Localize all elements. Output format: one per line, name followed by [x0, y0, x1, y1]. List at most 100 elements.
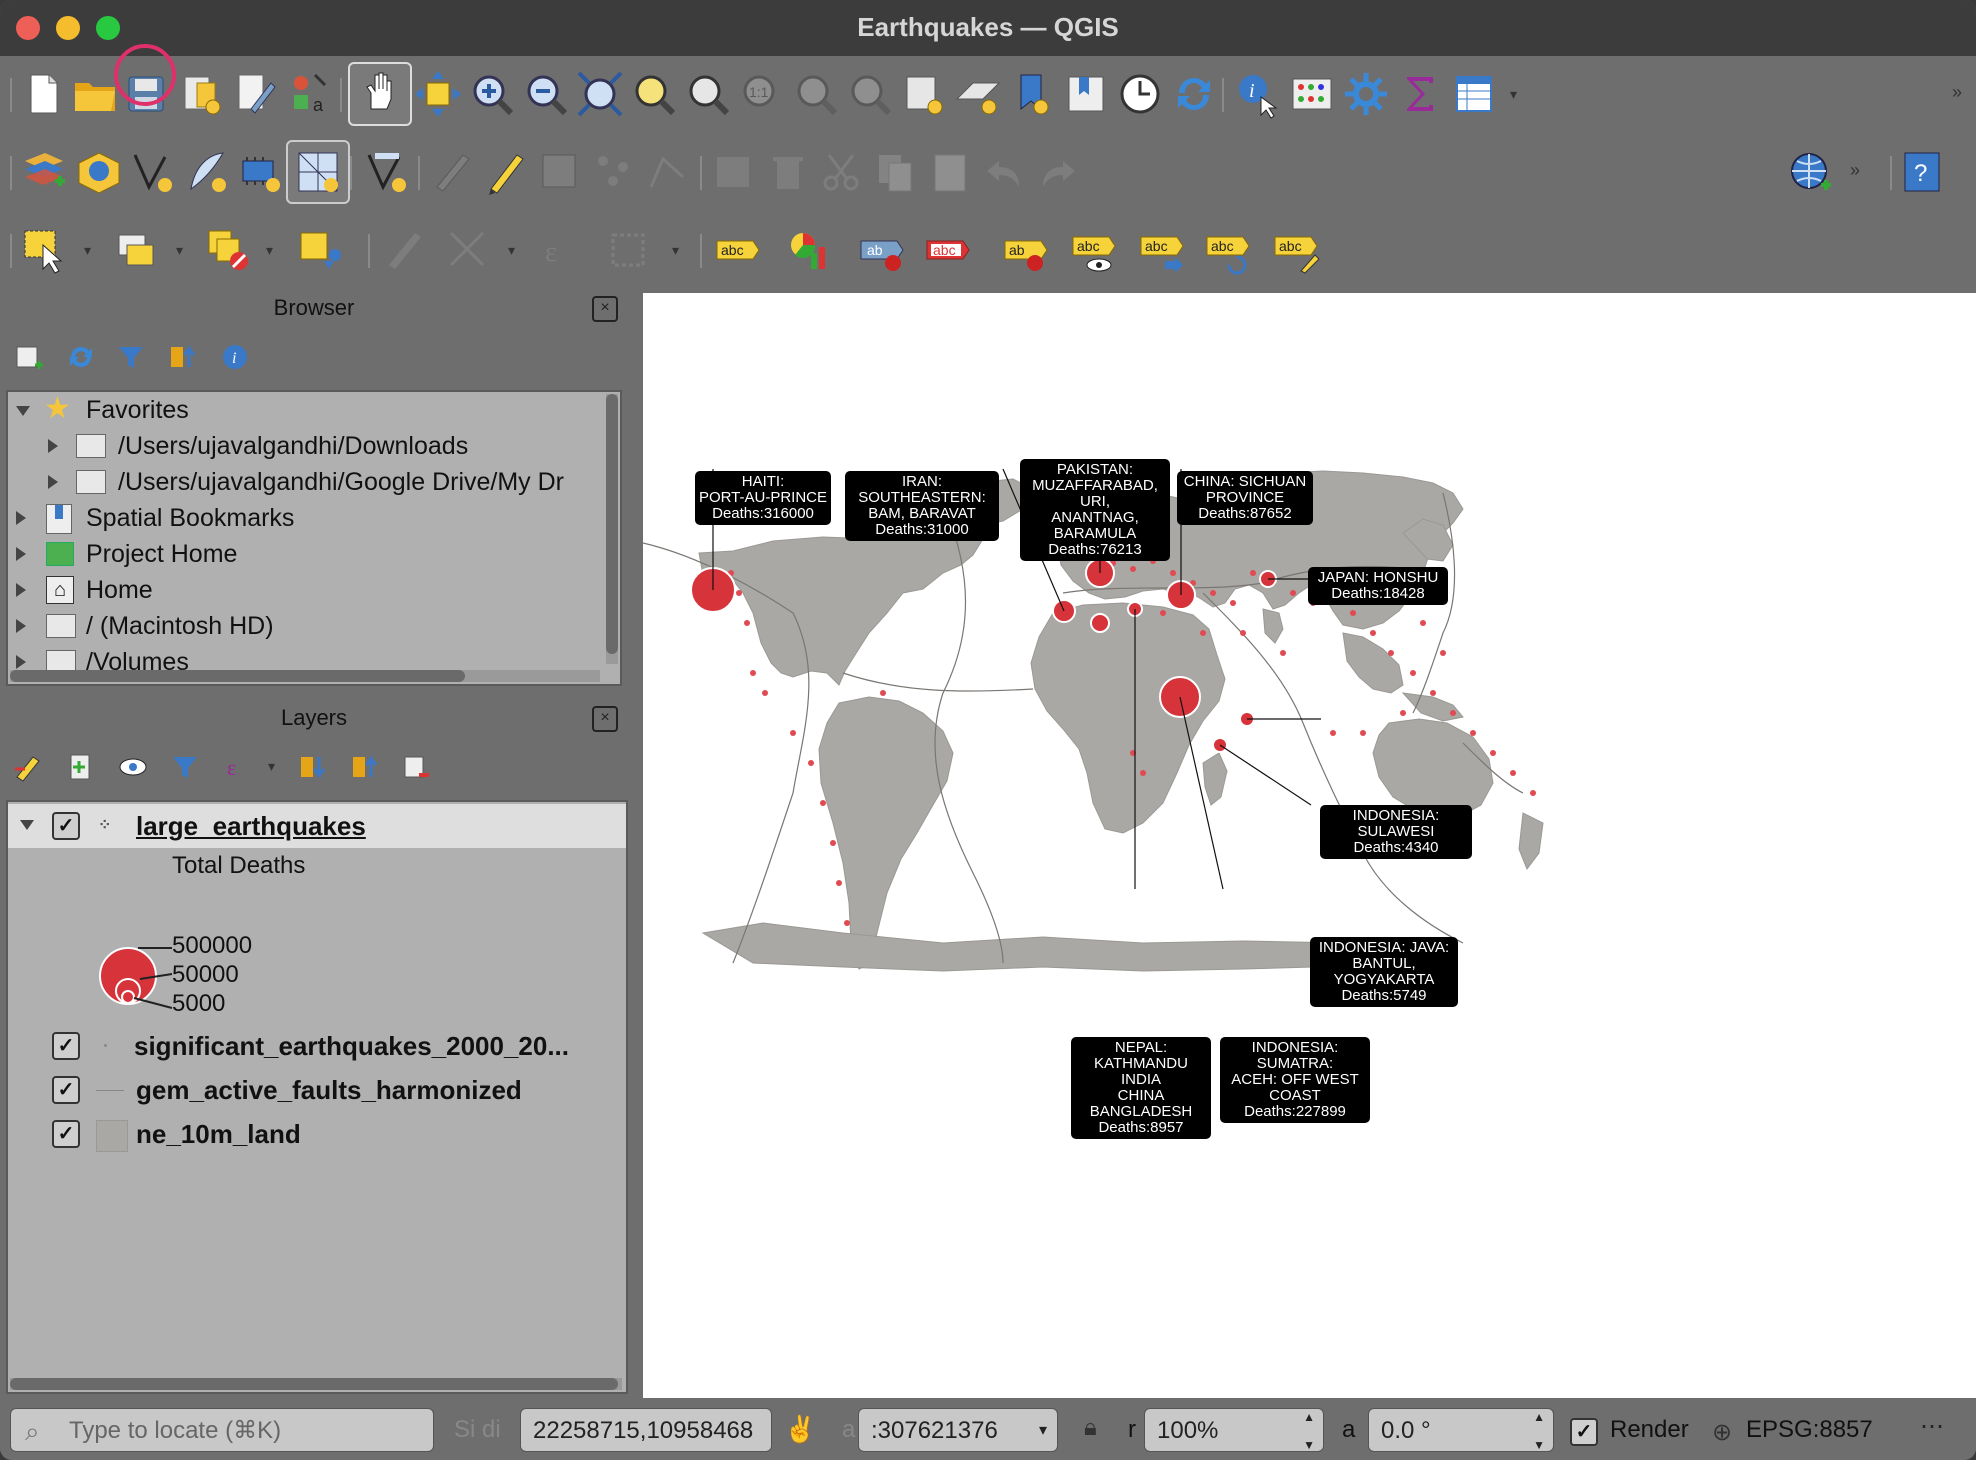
zoom-last-icon[interactable] — [788, 66, 844, 122]
annotation-tool-icon[interactable]: ε — [532, 222, 588, 278]
deselect-all-icon[interactable] — [200, 222, 256, 278]
rotation-spinbox[interactable]: 0.0 ° ▲ ▼ — [1368, 1408, 1554, 1452]
new-spatial-bookmark-icon[interactable] — [1004, 66, 1060, 122]
layer-diagram-icon[interactable] — [780, 222, 836, 278]
messages-icon[interactable]: ⋯ — [1914, 1412, 1950, 1448]
browser-item-google-drive[interactable]: /Users/ujavalgandhi/Google Drive/My Dr — [8, 464, 598, 500]
web-services-icon[interactable] — [1782, 144, 1838, 200]
layers-horizontal-scrollbar[interactable] — [10, 1378, 622, 1390]
add-group-icon[interactable] — [62, 748, 100, 786]
select-features-icon[interactable] — [16, 222, 72, 278]
render-checkbox[interactable]: ✓ — [1570, 1418, 1598, 1446]
current-edits-icon[interactable] — [424, 144, 480, 200]
properties-info-icon[interactable]: i — [216, 338, 254, 376]
zoom-native-icon[interactable]: 1:1 — [734, 66, 790, 122]
zoom-to-selection-icon[interactable] — [626, 66, 682, 122]
layer-visibility-checkbox[interactable]: ✓ — [52, 1120, 80, 1148]
rotate-label-icon[interactable]: abc — [1200, 222, 1256, 278]
layer-visibility-checkbox[interactable]: ✓ — [52, 1032, 80, 1060]
paste-features-icon[interactable] — [922, 144, 978, 200]
crs-button[interactable]: EPSG:8857 — [1746, 1408, 1873, 1452]
identify-features-icon[interactable]: i — [1230, 66, 1286, 122]
collapse-all-layers-icon[interactable] — [346, 748, 384, 786]
zoom-full-icon[interactable] — [572, 66, 628, 122]
zoom-to-layer-icon[interactable] — [680, 66, 736, 122]
browser-item-favorites[interactable]: ★ Favorites — [8, 392, 598, 428]
new-virtual-layer-icon[interactable] — [232, 144, 288, 200]
close-layers-panel-icon[interactable]: × — [592, 706, 618, 732]
measure-line-icon[interactable] — [376, 222, 432, 278]
layer-labeling-icon[interactable]: abc — [710, 222, 766, 278]
remove-layer-icon[interactable] — [398, 748, 436, 786]
new-project-icon[interactable] — [16, 66, 72, 122]
map-canvas[interactable]: HAITI: PORT-AU-PRINCE Deaths:316000 IRAN… — [642, 293, 1976, 1398]
zoom-next-icon[interactable] — [842, 66, 898, 122]
new-temporary-layer-icon[interactable] — [178, 144, 234, 200]
manage-visibility-icon[interactable] — [114, 748, 152, 786]
layer-visibility-checkbox[interactable]: ✓ — [52, 812, 80, 840]
new-geopackage-layer-icon[interactable] — [70, 144, 126, 200]
chevron-down-icon[interactable]: ▾ — [84, 242, 91, 259]
move-label-icon[interactable]: ab — [998, 222, 1054, 278]
undo-icon[interactable] — [976, 144, 1032, 200]
chevron-down-icon[interactable]: ▾ — [508, 242, 515, 259]
attribute-table-stats-icon[interactable] — [1284, 66, 1340, 122]
layer-visibility-checkbox[interactable]: ✓ — [52, 1076, 80, 1104]
layer-ne-10m-land[interactable]: ✓ ne_10m_land — [8, 1112, 626, 1156]
locator-search-input[interactable]: ⌕ Type to locate (⌘K) — [10, 1408, 434, 1452]
style-manager-icon[interactable] — [228, 66, 284, 122]
coordinate-field[interactable]: 22258715,10958468 — [520, 1408, 772, 1452]
toolbar-overflow-icon[interactable]: » — [1952, 82, 1962, 103]
expand-all-icon[interactable] — [294, 748, 332, 786]
close-browser-panel-icon[interactable]: × — [592, 296, 618, 322]
data-source-manager-icon[interactable] — [16, 144, 72, 200]
toggle-extents-icon[interactable]: ✌ — [784, 1414, 816, 1446]
new-map-view-icon[interactable] — [896, 66, 952, 122]
delete-selected-icon[interactable] — [760, 144, 816, 200]
browser-item-spatial-bookmarks[interactable]: Spatial Bookmarks — [8, 500, 598, 536]
show-hide-labels-icon[interactable]: abc — [1066, 222, 1122, 278]
browser-item-downloads[interactable]: /Users/ujavalgandhi/Downloads — [8, 428, 598, 464]
browser-item-project-home[interactable]: Project Home — [8, 536, 598, 572]
show-bookmarks-icon[interactable] — [1058, 66, 1114, 122]
chevron-down-icon[interactable]: ▾ — [176, 242, 183, 259]
highlight-pinned-labels-icon[interactable]: abc — [920, 222, 976, 278]
filter-by-expression-icon[interactable]: ε — [220, 748, 258, 786]
redo-icon[interactable] — [1030, 144, 1086, 200]
chevron-down-icon[interactable]: ▾ — [672, 242, 679, 259]
add-selected-layers-icon[interactable] — [10, 338, 48, 376]
zoom-out-icon[interactable] — [518, 66, 574, 122]
layer-large-earthquakes[interactable]: ✓ ⁘ large_earthquakes — [8, 804, 626, 848]
refresh-browser-icon[interactable] — [62, 338, 100, 376]
temporal-controller-icon[interactable] — [1112, 66, 1168, 122]
change-label-properties-icon[interactable]: abc — [1268, 222, 1324, 278]
save-layer-edits-icon[interactable] — [532, 144, 588, 200]
select-by-value-icon[interactable] — [108, 222, 164, 278]
new-shapefile-layer-icon[interactable] — [124, 144, 180, 200]
cut-features-icon[interactable] — [814, 144, 870, 200]
layer-gem-active-faults[interactable]: ✓ gem_active_faults_harmonized — [8, 1068, 626, 1112]
chevron-down-icon[interactable]: ▾ — [266, 242, 273, 259]
statistical-summary-icon[interactable] — [1392, 66, 1448, 122]
modify-attributes-icon[interactable] — [706, 144, 762, 200]
stepper-icon[interactable]: ▲ ▼ — [1303, 1409, 1315, 1451]
pan-to-selection-icon[interactable] — [410, 66, 466, 122]
filter-legend-icon[interactable] — [166, 748, 204, 786]
refresh-icon[interactable] — [1166, 66, 1222, 122]
open-attribute-table-icon[interactable] — [1446, 66, 1502, 122]
lock-scale-icon[interactable]: 🔒︎ — [1084, 1414, 1110, 1444]
open-layer-styling-icon[interactable] — [10, 748, 48, 786]
scale-combobox[interactable]: :307621376 ▾ — [858, 1408, 1058, 1452]
text-annotation-icon[interactable] — [600, 222, 656, 278]
browser-horizontal-scrollbar[interactable] — [10, 670, 600, 682]
browser-vertical-scrollbar[interactable] — [606, 394, 618, 664]
new-print-layout-icon[interactable] — [174, 66, 230, 122]
chevron-down-icon[interactable]: ▾ — [1510, 86, 1517, 103]
new-gps-layer-icon[interactable] — [358, 144, 414, 200]
copy-features-icon[interactable] — [868, 144, 924, 200]
browser-item-macintosh-hd[interactable]: / (Macintosh HD) — [8, 608, 598, 644]
new-mesh-layer-icon[interactable] — [286, 140, 350, 204]
toolbar-overflow-icon[interactable]: » — [1850, 160, 1860, 181]
digitize-point-icon[interactable] — [586, 144, 642, 200]
vertex-tool-icon[interactable] — [640, 144, 696, 200]
